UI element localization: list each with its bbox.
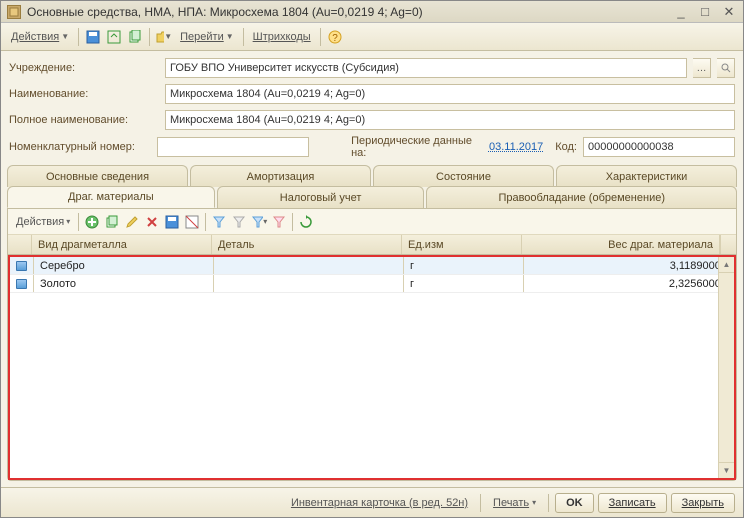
tab-characteristics[interactable]: Характеристики (556, 165, 737, 187)
grid-header-weight[interactable]: Вес драг. материала (522, 235, 720, 254)
delete-row-icon[interactable] (143, 213, 161, 231)
separator (320, 28, 321, 46)
copy-icon[interactable] (126, 28, 144, 46)
cell-kind: Серебро (34, 257, 214, 274)
nomen-label: Номенклатурный номер: (9, 141, 151, 153)
grid-header-detail[interactable]: Деталь (212, 235, 402, 254)
grid-header-iconcol[interactable] (8, 235, 32, 254)
separator (292, 213, 293, 231)
org-search-button[interactable] (717, 58, 735, 78)
app-icon (7, 5, 21, 19)
cell-uom: г (404, 275, 524, 292)
tab-body: Действия▾ ▾ Вид драгметалла Деталь Ед.из… (7, 208, 737, 481)
fullname-label: Полное наименование: (9, 114, 159, 126)
add-row-icon[interactable] (83, 213, 101, 231)
toolbar-actions-menu[interactable]: Действия▼ (7, 29, 73, 45)
toolbar-barcodes[interactable]: Штрихкоды (249, 29, 315, 45)
window-title: Основные средства, НМА, НПА: Микросхема … (27, 5, 673, 19)
inventory-card-link[interactable]: Инвентарная карточка (в ред. 52н) (285, 494, 474, 512)
close-button[interactable]: ✕ (721, 4, 737, 20)
cell-uom: г (404, 257, 524, 274)
print-menu[interactable]: Печать▾ (487, 494, 542, 512)
org-select-button[interactable]: … (693, 58, 711, 78)
separator (78, 28, 79, 46)
grid-actions-menu[interactable]: Действия▾ (12, 214, 74, 230)
period-date-link[interactable]: 03.11.2017 (489, 141, 543, 153)
grid-header-uom[interactable]: Ед.изм (402, 235, 522, 254)
separator (78, 213, 79, 231)
scroll-down-icon[interactable]: ▼ (719, 462, 734, 478)
name-input[interactable] (165, 84, 735, 104)
filter-settings-icon[interactable]: ▾ (250, 213, 268, 231)
fullname-input[interactable] (165, 110, 735, 130)
grid-header: Вид драгметалла Деталь Ед.изм Вес драг. … (8, 235, 736, 255)
table-row[interactable]: Серебро г 3,11890000 (10, 257, 734, 275)
row-marker-icon (10, 275, 34, 292)
cell-detail (214, 257, 404, 274)
cell-kind: Золото (34, 275, 214, 292)
refresh-icon[interactable] (105, 28, 123, 46)
footer: Инвентарная карточка (в ред. 52н) Печать… (1, 487, 743, 517)
tab-amortization[interactable]: Амортизация (190, 165, 371, 187)
period-label: Периодические данные на: (351, 135, 483, 159)
name-label: Наименование: (9, 88, 159, 100)
tab-tax[interactable]: Налоговый учет (217, 186, 425, 208)
tab-state[interactable]: Состояние (373, 165, 554, 187)
toolbar-goto-menu[interactable]: Перейти▼ (176, 29, 238, 45)
main-toolbar: Действия▼ ▼ Перейти▼ Штрихкоды ? (1, 23, 743, 51)
org-label: Учреждение: (9, 62, 159, 74)
code-input[interactable] (583, 137, 735, 157)
grid-toolbar: Действия▾ ▾ (8, 209, 736, 235)
cell-weight: 2,32560000 (524, 275, 734, 292)
help-icon[interactable]: ? (326, 28, 344, 46)
save-icon[interactable] (84, 28, 102, 46)
filter-icon[interactable] (210, 213, 228, 231)
grid-header-kind[interactable]: Вид драгметалла (32, 235, 212, 254)
tab-precious-materials[interactable]: Драг. материалы (7, 186, 215, 208)
svg-text:?: ? (332, 33, 338, 44)
separator (243, 28, 244, 46)
code-label: Код: (555, 141, 577, 153)
save-grid-icon[interactable] (163, 213, 181, 231)
vertical-scrollbar[interactable]: ▲ ▼ (718, 257, 734, 478)
separator (149, 28, 150, 46)
cell-weight: 3,11890000 (524, 257, 734, 274)
filter-off-icon[interactable] (230, 213, 248, 231)
grid-body: Серебро г 3,11890000 Золото г 2,32560000… (8, 255, 736, 480)
toggle-panel-icon[interactable] (183, 213, 201, 231)
org-input[interactable] (165, 58, 687, 78)
minimize-button[interactable]: _ (673, 4, 689, 20)
tabs-row-top: Основные сведения Амортизация Состояние … (1, 165, 743, 187)
tab-main-info[interactable]: Основные сведения (7, 165, 188, 187)
separator (548, 494, 549, 512)
tab-ownership[interactable]: Правообладание (обременение) (426, 186, 737, 208)
titlebar: Основные средства, НМА, НПА: Микросхема … (1, 1, 743, 23)
row-marker-icon (10, 257, 34, 274)
copy-row-icon[interactable] (103, 213, 121, 231)
save-button[interactable]: Записать (598, 493, 667, 513)
form-area: Учреждение: … Наименование: Полное наиме… (1, 51, 743, 165)
table-row[interactable]: Золото г 2,32560000 (10, 275, 734, 293)
tabs-row-bottom: Драг. материалы Налоговый учет Правообла… (1, 186, 743, 208)
edit-row-icon[interactable] (123, 213, 141, 231)
cell-detail (214, 275, 404, 292)
separator (205, 213, 206, 231)
filter-clear-icon[interactable] (270, 213, 288, 231)
maximize-button[interactable]: □ (697, 4, 713, 20)
ok-button[interactable]: OK (555, 493, 594, 513)
grid-refresh-icon[interactable] (297, 213, 315, 231)
folder-icon[interactable]: ▼ (155, 28, 173, 46)
close-footer-button[interactable]: Закрыть (671, 493, 735, 513)
scroll-up-icon[interactable]: ▲ (719, 257, 734, 273)
separator (480, 494, 481, 512)
nomen-input[interactable] (157, 137, 309, 157)
